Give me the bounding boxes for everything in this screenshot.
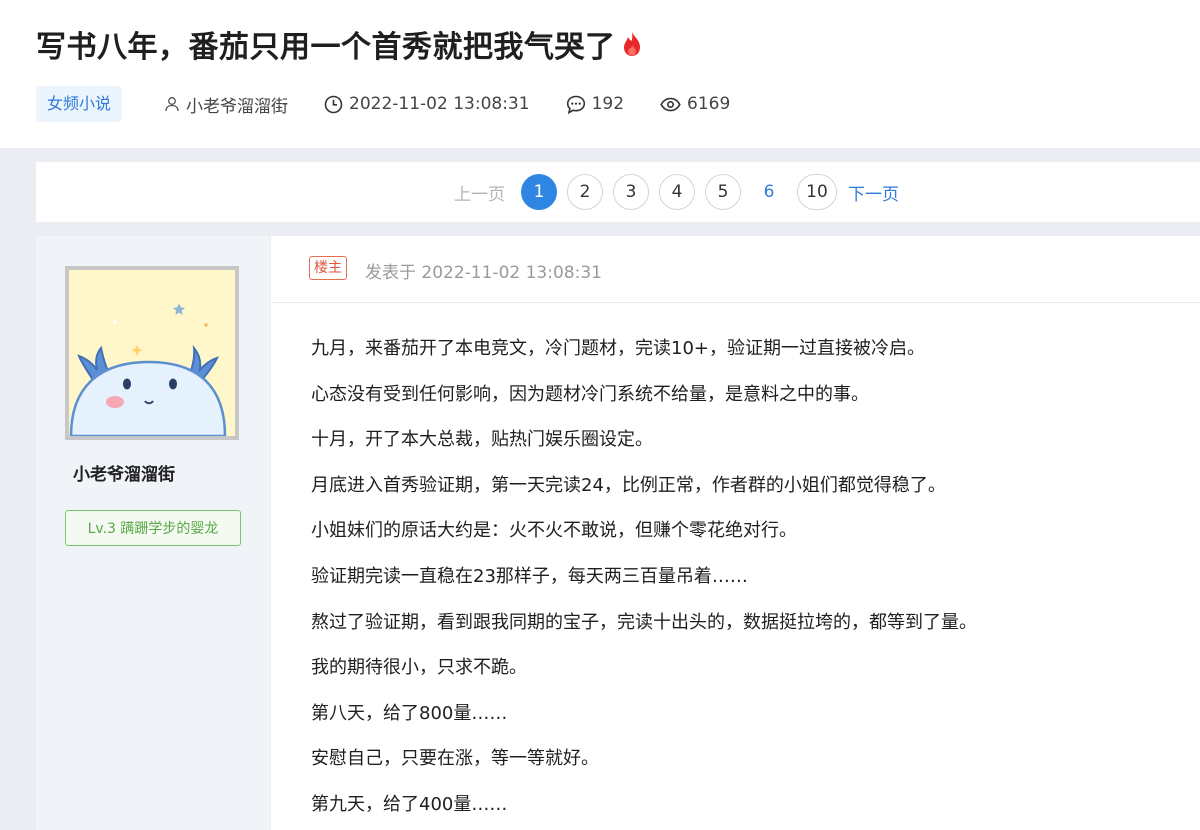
post-datetime: 2022-11-02 13:08:31: [324, 94, 530, 114]
page-button-10[interactable]: 10: [797, 174, 837, 210]
post-paragraph: 小姐妹们的原话大约是：火不火不敢说，但赚个零花绝对行。: [311, 520, 797, 542]
view-count-text: 6169: [687, 94, 731, 114]
pagination-bar: 上一页 1 2 3 4 5 6 10 下一页: [36, 162, 1200, 222]
user-level-badge: Lv.3 蹒跚学步的婴龙: [65, 510, 241, 546]
post-published-time: 发表于 2022-11-02 13:08:31: [365, 263, 602, 283]
post-title-text: 写书八年，番茄只用一个首秀就把我气哭了: [36, 30, 616, 65]
category-tag[interactable]: 女频小说: [36, 86, 123, 122]
comment-count: 192: [566, 94, 624, 114]
author-name: 小老爷溜溜街: [186, 96, 289, 117]
post-paragraph: 心态没有受到任何影响，因为题材冷门系统不给量，是意料之中的事。: [311, 383, 869, 405]
post-body: 九月，来番茄开了本电竞文，冷门题材，完读10+，验证期一过直接被冷启。 心态没有…: [311, 326, 1191, 828]
post-paragraph: 我的期待很小，只求不跪。: [311, 657, 527, 679]
user-icon: [165, 97, 179, 112]
view-count: 6169: [660, 94, 730, 114]
page-button-2[interactable]: 2: [567, 174, 603, 210]
post-paragraph: 月底进入首秀验证期，第一天完读24，比例正常，作者群的小姐们都觉得稳了。: [311, 474, 946, 496]
op-badge: 楼主: [309, 256, 347, 280]
comment-count-text: 192: [591, 94, 625, 114]
fire-icon: [622, 31, 642, 57]
post-info-bar: 楼主 发表于 2022-11-02 13:08:31: [271, 236, 1200, 303]
pagination: 上一页 1 2 3 4 5 6 10 下一页: [454, 174, 899, 210]
avatar[interactable]: [65, 266, 239, 440]
post-title: 写书八年，番茄只用一个首秀就把我气哭了: [36, 22, 642, 66]
clock-icon: [324, 95, 343, 113]
next-page-button[interactable]: 下一页: [848, 180, 899, 205]
post-header: 写书八年，番茄只用一个首秀就把我气哭了 女频小说 小老爷溜溜街 2022-11-…: [0, 0, 1200, 148]
page-button-6[interactable]: 6: [751, 174, 787, 210]
comment-icon: [566, 95, 585, 114]
author-link[interactable]: 小老爷溜溜街: [164, 92, 288, 117]
page-button-4[interactable]: 4: [659, 174, 695, 210]
prev-page-button[interactable]: 上一页: [454, 180, 505, 205]
page-button-1[interactable]: 1: [521, 174, 557, 210]
page-button-3[interactable]: 3: [613, 174, 649, 210]
dragon-mascot-icon: [69, 270, 235, 436]
post-paragraph: 安慰自己，只要在涨，等一等就好。: [311, 748, 599, 770]
post-paragraph: 十月，开了本大总裁，贴热门娱乐圈设定。: [311, 429, 653, 451]
sidebar-username[interactable]: 小老爷溜溜街: [73, 460, 175, 485]
author-sidebar: 小老爷溜溜街 Lv.3 蹒跚学步的婴龙: [36, 236, 270, 830]
page-button-5[interactable]: 5: [705, 174, 741, 210]
post-content: 楼主 发表于 2022-11-02 13:08:31 九月，来番茄开了本电竞文，…: [271, 236, 1200, 830]
post-paragraph: 九月，来番茄开了本电竞文，冷门题材，完读10+，验证期一过直接被冷启。: [311, 338, 925, 359]
datetime-text: 2022-11-02 13:08:31: [349, 94, 530, 114]
post-meta-bar: 女频小说 小老爷溜溜街 2022-11-02 13:08:31 192 6169: [36, 86, 730, 122]
post-paragraph: 验证期完读一直稳在23那样子，每天两三百量吊着……: [311, 565, 748, 587]
eye-icon: [660, 97, 681, 111]
post-paragraph: 熬过了验证期，看到跟我同期的宝子，完读十出头的，数据挺拉垮的，都等到了量。: [311, 611, 977, 633]
post-paragraph: 第九天，给了400量……: [311, 793, 508, 815]
post-paragraph: 第八天，给了800量……: [311, 702, 508, 724]
